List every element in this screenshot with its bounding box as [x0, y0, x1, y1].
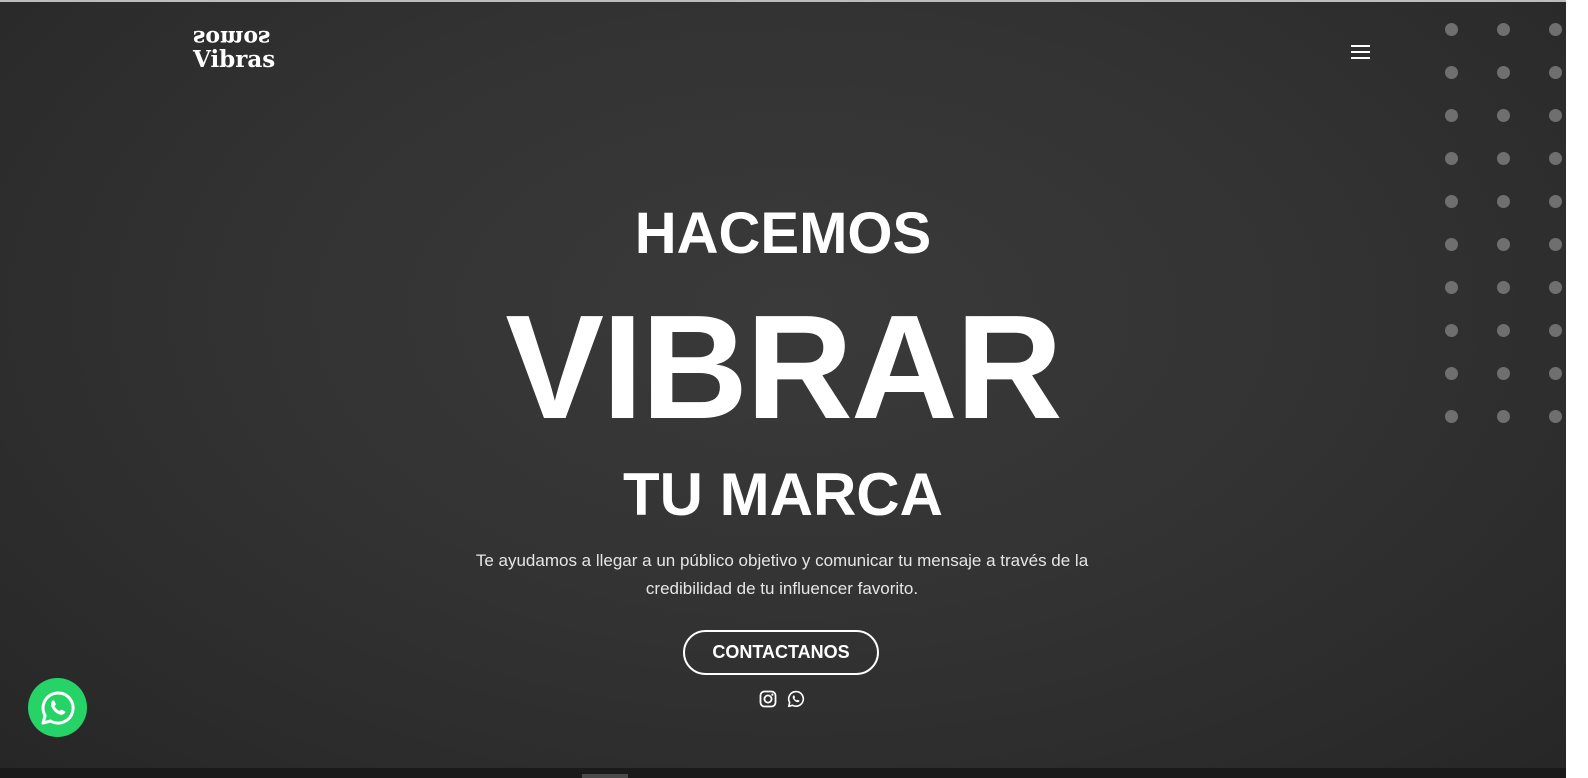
- contact-button[interactable]: CONTACTANOS: [683, 630, 879, 675]
- right-edge-panel: [1566, 0, 1588, 778]
- instagram-icon[interactable]: [759, 690, 777, 708]
- headline-hacemos: HACEMOS: [634, 201, 932, 266]
- decorative-dot: [1549, 66, 1562, 79]
- bottom-bar: [0, 768, 1566, 778]
- decorative-dot: [1549, 109, 1562, 122]
- decorative-dot: [1549, 152, 1562, 165]
- social-links: [759, 690, 805, 708]
- hamburger-icon-line: [1351, 51, 1370, 53]
- top-border: [0, 0, 1588, 2]
- decorative-dot: [1445, 152, 1458, 165]
- whatsapp-icon[interactable]: [787, 690, 805, 708]
- decorative-dot: [1445, 109, 1458, 122]
- headline-tu-marca: TU MARCA: [623, 461, 943, 528]
- whatsapp-float-button[interactable]: [28, 678, 87, 737]
- horizontal-scrollbar-thumb[interactable]: [582, 774, 628, 778]
- decorative-dot: [1497, 109, 1510, 122]
- decorative-dot: [1445, 66, 1458, 79]
- decorative-dot: [1549, 23, 1562, 36]
- hamburger-icon-line: [1351, 45, 1370, 47]
- decorative-dot: [1497, 66, 1510, 79]
- decorative-dot: [1497, 152, 1510, 165]
- whatsapp-icon: [41, 690, 75, 724]
- logo-line-vibras: Vibras: [193, 46, 276, 73]
- menu-button[interactable]: [1351, 45, 1371, 61]
- hero-description: Te ayudamos a llegar a un público objeti…: [475, 551, 1089, 598]
- brand-logo[interactable]: somos Vibras: [193, 25, 276, 73]
- hamburger-icon-line: [1351, 57, 1370, 59]
- hero-section: somos Vibras HACEMOS VIBRAR TU MARCA Te …: [0, 0, 1588, 778]
- logo-line-somos: somos: [193, 25, 271, 51]
- decorative-dot: [1497, 23, 1510, 36]
- headline-vibrar: VIBRAR: [505, 285, 1062, 450]
- decorative-dot: [1445, 23, 1458, 36]
